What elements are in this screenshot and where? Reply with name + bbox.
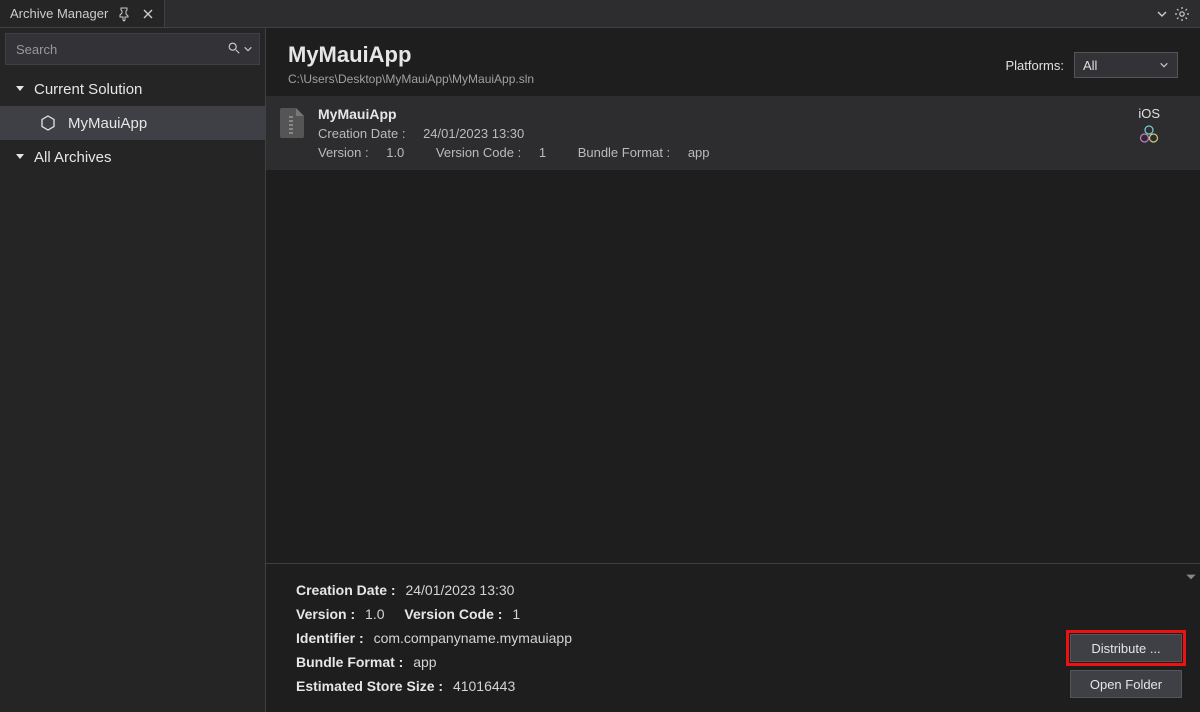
detail-creation-date: Creation Date : 24/01/2023 13:30	[296, 582, 1170, 598]
version-label: Version :	[318, 145, 369, 160]
platforms-filter: Platforms: All	[1005, 52, 1178, 78]
bundle-format-value: app	[688, 145, 710, 160]
search-bar[interactable]	[5, 33, 260, 65]
caret-down-icon	[14, 83, 26, 95]
detail-store-size: Estimated Store Size : 41016443	[296, 678, 1170, 694]
pin-icon[interactable]	[116, 6, 132, 22]
archive-meta-line-2: Version : 1.0 Version Code : 1 Bundle Fo…	[318, 145, 1124, 160]
detail-version-row: Version : 1.0 Version Code : 1	[296, 606, 1170, 622]
detail-bundle-format-label: Bundle Format :	[296, 654, 403, 670]
titlebar-left: Archive Manager	[0, 0, 165, 27]
chevron-down-icon	[1159, 58, 1169, 73]
solution-path: C:\Users\Desktop\MyMauiApp\MyMauiApp.sln	[288, 72, 534, 86]
search-dropdown-caret-icon[interactable]	[243, 42, 253, 57]
creation-date-label: Creation Date :	[318, 126, 405, 141]
detail-creation-date-label: Creation Date :	[296, 582, 396, 598]
platform-label: iOS	[1138, 106, 1160, 121]
detail-version-code-label: Version Code :	[404, 606, 502, 622]
sidebar: Current Solution MyMauiApp All Archives	[0, 28, 266, 712]
version-code-value: 1	[539, 145, 546, 160]
archive-details: Creation Date : 24/01/2023 13:30 Version…	[266, 563, 1200, 712]
hexagon-icon	[40, 115, 56, 131]
main: Current Solution MyMauiApp All Archives …	[0, 28, 1200, 712]
search-icon[interactable]	[227, 41, 241, 58]
open-folder-button[interactable]: Open Folder	[1070, 670, 1182, 698]
section-label: All Archives	[34, 149, 112, 166]
detail-version-value: 1.0	[365, 606, 384, 622]
archive-info: MyMauiApp Creation Date : 24/01/2023 13:…	[318, 106, 1124, 160]
detail-bundle-format-value: app	[413, 654, 436, 670]
search-input[interactable]	[16, 42, 227, 57]
platforms-label: Platforms:	[1005, 58, 1064, 73]
tree-item-label: MyMauiApp	[68, 115, 147, 132]
detail-identifier: Identifier : com.companyname.mymauiapp	[296, 630, 1170, 646]
tree-section-all-archives[interactable]: All Archives	[0, 140, 265, 174]
header-titles: MyMauiApp C:\Users\Desktop\MyMauiApp\MyM…	[288, 42, 534, 86]
platforms-select[interactable]: All	[1074, 52, 1178, 78]
version-value: 1.0	[386, 145, 404, 160]
detail-store-size-label: Estimated Store Size :	[296, 678, 443, 694]
close-icon[interactable]	[140, 6, 156, 22]
search-icons	[227, 41, 253, 58]
detail-identifier-value: com.companyname.mymauiapp	[374, 630, 572, 646]
caret-down-icon	[14, 151, 26, 163]
detail-store-size-value: 41016443	[453, 678, 515, 694]
distribute-button[interactable]: Distribute ...	[1070, 634, 1182, 662]
gear-icon[interactable]	[1174, 6, 1190, 22]
content: MyMauiApp C:\Users\Desktop\MyMauiApp\MyM…	[266, 28, 1200, 712]
detail-creation-date-value: 24/01/2023 13:30	[405, 582, 514, 598]
detail-bundle-format: Bundle Format : app	[296, 654, 1170, 670]
archive-row[interactable]: MyMauiApp Creation Date : 24/01/2023 13:…	[266, 96, 1200, 170]
content-header: MyMauiApp C:\Users\Desktop\MyMauiApp\MyM…	[266, 28, 1200, 96]
ios-knot-icon	[1139, 125, 1159, 145]
action-buttons: Distribute ... Open Folder	[1070, 634, 1182, 698]
archive-meta-line-1: Creation Date : 24/01/2023 13:30	[318, 126, 1124, 141]
section-label: Current Solution	[34, 81, 142, 98]
detail-version-label: Version :	[296, 606, 355, 622]
detail-version-code-value: 1	[512, 606, 520, 622]
archives-list: MyMauiApp Creation Date : 24/01/2023 13:…	[266, 96, 1200, 170]
archive-platform: iOS	[1138, 106, 1186, 145]
bundle-format-label: Bundle Format :	[578, 145, 671, 160]
version-code-label: Version Code :	[436, 145, 521, 160]
detail-identifier-label: Identifier :	[296, 630, 364, 646]
window-menu-caret-icon[interactable]	[1156, 8, 1168, 20]
tree-item-mymauiapp[interactable]: MyMauiApp	[0, 106, 265, 140]
titlebar-right	[1156, 6, 1200, 22]
tab-title: Archive Manager	[10, 6, 108, 21]
app-title: MyMauiApp	[288, 42, 534, 68]
tree-section-current-solution[interactable]: Current Solution	[0, 72, 265, 106]
tree: Current Solution MyMauiApp All Archives	[0, 70, 265, 174]
tab-archive-manager[interactable]: Archive Manager	[0, 0, 165, 27]
titlebar: Archive Manager	[0, 0, 1200, 28]
archive-name: MyMauiApp	[318, 106, 1124, 122]
archive-file-icon	[280, 108, 304, 138]
archives-empty-area	[266, 170, 1200, 563]
creation-date-value: 24/01/2023 13:30	[423, 126, 524, 141]
platforms-selected-value: All	[1083, 58, 1097, 73]
